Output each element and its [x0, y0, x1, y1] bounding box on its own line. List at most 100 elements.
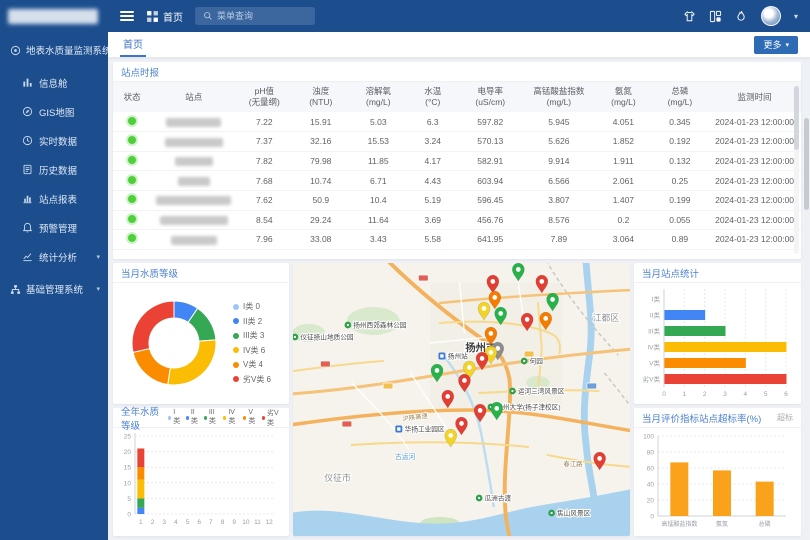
table-cell: 33.08: [293, 230, 349, 250]
table-cell: 7.68: [236, 171, 292, 191]
sidebar-item-history-data[interactable]: 历史数据: [0, 155, 108, 184]
legend-item[interactable]: I类: [168, 408, 181, 428]
card-title: 当月评价指标站点超标率(%): [642, 411, 761, 425]
table-cell: 50.9: [293, 190, 349, 210]
table-row[interactable]: 7.9633.083.435.58641.957.893.0640.892024…: [113, 230, 801, 250]
menu-search[interactable]: [195, 7, 315, 25]
annual-stacked-bar-chart: 0510152025123456789101112: [113, 428, 281, 530]
table-cell: 15.53: [349, 132, 408, 152]
table-cell: 5.19: [408, 190, 458, 210]
search-input[interactable]: [217, 11, 307, 21]
sidebar-item-gis-map[interactable]: GIS地图: [0, 97, 108, 126]
sidebar-item-info-cabin[interactable]: 信息舱: [0, 68, 108, 97]
column-header: 监测时间: [708, 82, 801, 112]
sidebar-item-stats-analysis[interactable]: 统计分析▾: [0, 242, 108, 271]
donut-segment[interactable]: [133, 349, 170, 385]
legend-item[interactable]: IV类 6: [233, 345, 271, 356]
legend-item[interactable]: 劣V类 6: [233, 374, 271, 385]
legend-item[interactable]: III类 3: [233, 330, 271, 341]
svg-text:40: 40: [647, 482, 655, 489]
sidebar-item-label: GIS地图: [39, 105, 74, 119]
svg-text:1: 1: [683, 391, 687, 398]
donut-segment[interactable]: [132, 301, 174, 352]
table-cell: 2024-01-23 12:00:00: [708, 171, 801, 191]
table-cell: 2024-01-23 12:00:00: [708, 112, 801, 132]
card-title: 当月水质等级: [113, 263, 289, 283]
theme-shirt-icon[interactable]: [683, 10, 696, 23]
svg-text:IV类: IV类: [647, 343, 660, 352]
svg-text:0: 0: [662, 391, 666, 398]
table-cell: 3.24: [408, 132, 458, 152]
sidebar-item-label: 预警管理: [39, 221, 77, 235]
table-cell: 11.85: [349, 151, 408, 171]
vbar: [670, 462, 688, 516]
hbar: [665, 358, 746, 368]
svg-text:V类: V类: [649, 359, 660, 368]
svg-text:10: 10: [124, 480, 132, 487]
sidebar-group-water-system[interactable]: 地表水质量监测系统 ▴: [0, 32, 108, 68]
table-cell: 7.22: [236, 112, 292, 132]
table-cell: 7.89: [523, 230, 596, 250]
table-cell: 6.3: [408, 112, 458, 132]
more-button[interactable]: 更多 ▾: [754, 36, 798, 54]
table-cell: 2024-01-23 12:00:00: [708, 230, 801, 250]
flame-icon[interactable]: [735, 10, 748, 23]
legend-item[interactable]: 超标: [777, 412, 793, 423]
table-row[interactable]: 7.6250.910.45.19596.453.8071.4070.199202…: [113, 190, 801, 210]
layout-icon[interactable]: [709, 10, 722, 23]
map-canvas[interactable]: 扬州市江都区仪征市古运河沪陕高速春江路扬州站何园运河三湾风景区扬州西郊森林公园仪…: [293, 263, 630, 536]
table-row[interactable]: 8.5429.2411.643.69456.768.5760.20.055202…: [113, 210, 801, 230]
donut-segment[interactable]: [168, 340, 216, 385]
sidebar-item-station-report[interactable]: 站点报表: [0, 184, 108, 213]
svg-text:12: 12: [266, 519, 274, 526]
svg-text:5: 5: [764, 391, 768, 398]
table-row[interactable]: 7.8279.9811.854.17582.919.9141.9110.1322…: [113, 151, 801, 171]
table-row[interactable]: 7.2215.915.036.3597.825.9454.0510.345202…: [113, 112, 801, 132]
table-scrollbar[interactable]: [794, 86, 799, 254]
stacked-bar-segment: [137, 467, 144, 479]
table-row[interactable]: 7.6810.746.714.43603.946.5662.0610.25202…: [113, 171, 801, 191]
table-cell: 2.061: [595, 171, 651, 191]
svg-text:20: 20: [124, 449, 132, 456]
legend-item[interactable]: II类 2: [233, 316, 271, 327]
legend-item[interactable]: III类: [204, 408, 218, 428]
table-cell: 3.807: [523, 190, 596, 210]
hamburger-menu-icon[interactable]: [120, 11, 134, 21]
table-cell: 641.95: [458, 230, 523, 250]
legend-item[interactable]: V类 4: [233, 359, 271, 370]
table-cell: 6.566: [523, 171, 596, 191]
breadcrumb[interactable]: 首页: [146, 9, 183, 24]
table-cell: 597.82: [458, 112, 523, 132]
analysis-icon: [22, 251, 33, 262]
legend-item[interactable]: 劣V类: [262, 408, 281, 428]
tab-home[interactable]: 首页: [120, 32, 146, 57]
svg-text:III类: III类: [648, 327, 660, 336]
chevron-down-icon[interactable]: ▾: [794, 12, 798, 21]
map-label: 仪征捺山地质公园: [293, 332, 354, 341]
gis-map-panel[interactable]: 扬州市江都区仪征市古运河沪陕高速春江路扬州站何园运河三湾风景区扬州西郊森林公园仪…: [293, 263, 630, 536]
alert-icon: [22, 222, 33, 233]
svg-text:劣V类: 劣V类: [643, 375, 661, 384]
chevron-down-icon: ▾: [96, 253, 100, 261]
search-icon: [203, 11, 213, 21]
legend-item[interactable]: V类: [243, 408, 257, 428]
topbar-actions: ▾: [683, 6, 798, 26]
svg-text:仪征捺山地质公园: 仪征捺山地质公园: [300, 332, 353, 341]
sidebar-group-base-system[interactable]: 基础管理系统 ▾: [0, 271, 108, 307]
sidebar-item-alert-management[interactable]: 预警管理: [0, 213, 108, 242]
sidebar-menu: 信息舱 GIS地图实时数据历史数据站点报表预警管理统计分析▾: [0, 68, 108, 271]
column-header: 站点: [151, 82, 236, 112]
legend-item[interactable]: II类: [186, 408, 199, 428]
gis-map-icon: [22, 106, 33, 117]
page-scrollbar[interactable]: [804, 118, 809, 540]
sidebar-item-realtime-data[interactable]: 实时数据: [0, 126, 108, 155]
svg-text:扬州大学(扬子津校区): 扬州大学(扬子津校区): [496, 402, 560, 411]
legend-item[interactable]: IV类: [223, 408, 238, 428]
legend-item[interactable]: I类 0: [233, 301, 271, 312]
user-avatar[interactable]: [761, 6, 781, 26]
stacked-bar-segment: [137, 448, 144, 467]
left-column: 当月水质等级 I类 0II类 2III类 3IV类 6V类 4劣V类 6 全年水…: [113, 263, 289, 536]
map-label: 春江路: [563, 459, 583, 468]
stacked-bar-segment: [137, 498, 144, 507]
table-row[interactable]: 7.3732.1615.533.24570.135.6261.8520.1922…: [113, 132, 801, 152]
